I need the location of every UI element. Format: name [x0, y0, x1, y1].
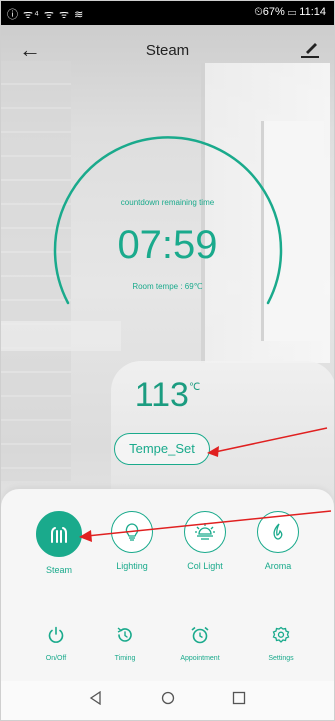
- system-nav-bar: [1, 681, 334, 720]
- timing-button[interactable]: Timing: [95, 626, 155, 662]
- appointment-button[interactable]: Appointment: [170, 626, 230, 662]
- power-icon: [47, 626, 65, 648]
- leaf-drop-icon: [257, 511, 299, 553]
- on-off-button[interactable]: On/Off: [26, 626, 86, 662]
- mode-col-light[interactable]: Col Light: [175, 511, 235, 571]
- bulb-icon: [111, 511, 153, 553]
- mode-label-lighting: Lighting: [116, 561, 148, 571]
- alarm-clock-icon: [190, 626, 210, 648]
- room-temperature: Room tempe : 69℃: [132, 282, 203, 291]
- set-temperature: 113℃: [1, 376, 334, 415]
- set-temperature-value: 113: [134, 376, 189, 414]
- mode-lighting[interactable]: Lighting: [102, 511, 162, 571]
- nav-home-icon[interactable]: [161, 691, 175, 710]
- countdown-time: 07:59: [117, 223, 218, 267]
- settings-label: Settings: [268, 655, 294, 662]
- mode-aroma[interactable]: Aroma: [248, 511, 308, 571]
- set-temperature-unit: ℃: [188, 382, 201, 393]
- tempe-set-button[interactable]: Tempe_Set: [114, 433, 210, 465]
- on-off-label: On/Off: [45, 655, 67, 662]
- mode-label-steam: Steam: [45, 565, 72, 575]
- nav-back-icon[interactable]: [89, 690, 103, 710]
- countdown-dial-arc: [53, 136, 283, 305]
- mode-label-col-light: Col Light: [187, 561, 223, 571]
- nav-recents-icon[interactable]: [232, 691, 246, 710]
- mode-steam[interactable]: Steam: [29, 511, 89, 575]
- timer-icon: [116, 627, 134, 648]
- mode-selector: Steam Lighting Col Light Aroma: [1, 511, 334, 591]
- mode-label-aroma: Aroma: [264, 561, 292, 571]
- settings-button[interactable]: Settings: [251, 626, 311, 662]
- bottom-action-bar: On/Off Timing Appointment Settings: [1, 626, 334, 676]
- gear-icon: [272, 626, 290, 648]
- steam-icon: [36, 511, 82, 557]
- timing-label: Timing: [114, 655, 136, 662]
- app-screen: ⓘ ᯤ⁴ ᯤ ᯤ ≋ ⏲67% ▭ 11:14 ← Steam countdow…: [0, 0, 335, 721]
- countdown-label: countdown remaining time: [120, 198, 215, 207]
- appointment-label: Appointment: [180, 655, 220, 662]
- sun-light-icon: [184, 511, 226, 553]
